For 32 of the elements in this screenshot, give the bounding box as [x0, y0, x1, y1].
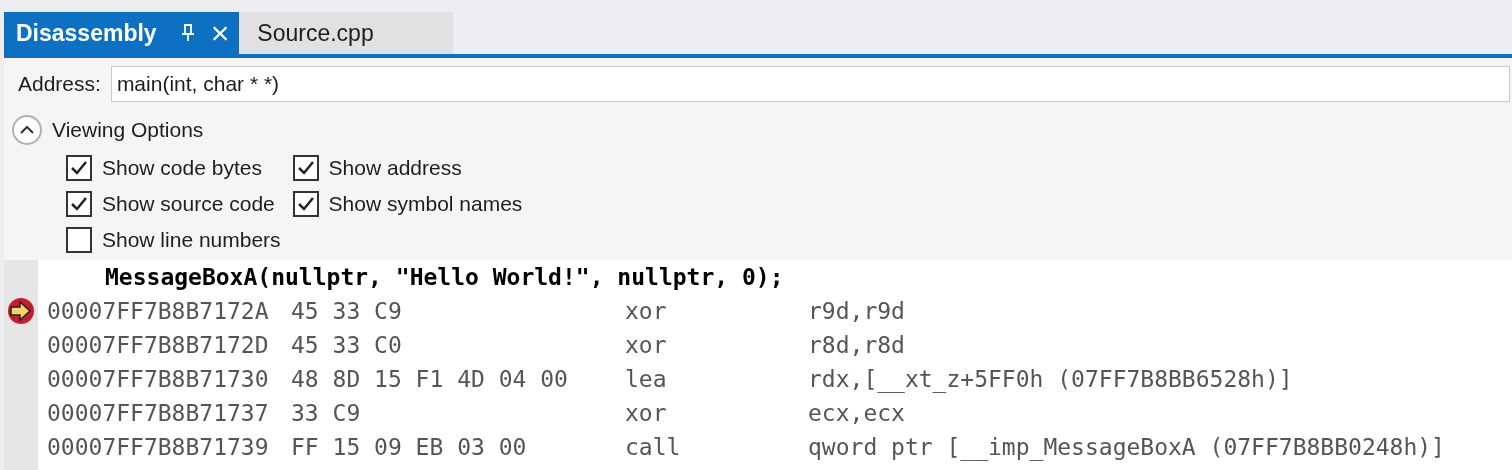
- code-bytes: 33 C9: [291, 400, 361, 426]
- mnemonic: lea: [625, 366, 667, 392]
- code-bytes: FF 15 09 EB 03 00: [291, 434, 527, 460]
- tab[interactable]: Source.cpp: [239, 12, 454, 54]
- code-bytes: 45 33 C9: [291, 298, 402, 324]
- source-line: MessageBoxA(nullptr, "Hello World!", nullptr, 0);: [105, 264, 784, 290]
- mnemonic: xor: [625, 332, 667, 358]
- checkbox-label: Show source code: [102, 191, 275, 218]
- mnemonic: call: [625, 434, 681, 460]
- instruction-address: 00007FF7B8B71730: [47, 365, 270, 394]
- instruction-address: 00007FF7B8B7172A: [47, 297, 270, 326]
- checkbox-label: Show code bytes: [102, 155, 262, 182]
- checkbox-label: Show symbol names: [328, 191, 523, 218]
- mnemonic: xor: [625, 400, 667, 426]
- instruction-address: 00007FF7B8B71739: [47, 433, 270, 462]
- tab[interactable]: Disassembly ×: [4, 12, 240, 54]
- instruction-address: 00007FF7B8B7172D: [47, 331, 270, 360]
- operands: r8d,r8d: [808, 331, 905, 360]
- operands: ecx,ecx: [808, 399, 905, 428]
- close-icon[interactable]: ×: [210, 17, 230, 49]
- checkbox-label: Show address: [328, 155, 462, 182]
- operands: r9d,r9d: [808, 297, 905, 326]
- mnemonic: xor: [625, 298, 667, 324]
- operands: qword ptr [__imp_MessageBoxA (07FF7B8BB0248h)]: [808, 433, 1445, 463]
- code-bytes: 45 33 C0: [291, 332, 402, 358]
- address-field[interactable]: main(int, char * *): [110, 66, 1510, 102]
- instruction-address: 00007FF7B8B71737: [47, 399, 270, 428]
- operands: rdx,[__xt_z+5FF0h (07FF7B8BB6528h)]: [808, 365, 1293, 395]
- section-title: Viewing Options: [52, 117, 204, 144]
- address-label: Address:: [18, 71, 101, 98]
- code-bytes: 48 8D 15 F1 4D 04 00: [291, 366, 568, 392]
- checkbox-label: Show line numbers: [102, 227, 281, 254]
